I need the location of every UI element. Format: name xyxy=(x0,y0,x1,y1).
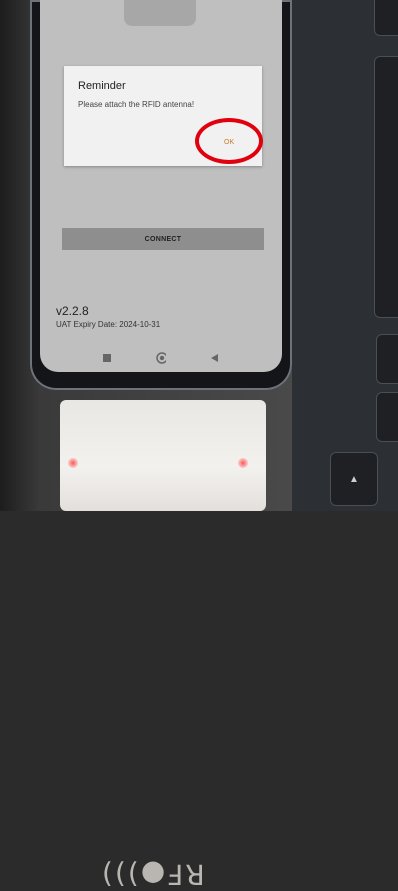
recent-apps-icon[interactable] xyxy=(102,353,112,363)
keyboard-key xyxy=(374,0,398,36)
keyboard-key xyxy=(376,392,398,442)
rfid-logo: RF●))) xyxy=(100,858,205,891)
rfid-reader-device: RF●))) xyxy=(60,400,266,891)
dialog-message: Please attach the RFID antenna! xyxy=(78,100,195,109)
ok-highlight-annotation xyxy=(195,118,263,164)
app-version: v2.2.8 xyxy=(56,304,89,318)
system-nav-bar xyxy=(40,345,282,371)
home-icon[interactable] xyxy=(156,352,166,364)
expiry-date: UAT Expiry Date: 2024-10-31 xyxy=(56,320,161,329)
dialog-title: Reminder xyxy=(78,80,126,92)
indicator-light xyxy=(238,458,248,468)
keyboard-key xyxy=(376,334,398,384)
phone-screen: Reminder Please attach the RFID antenna!… xyxy=(40,0,282,372)
indicator-light xyxy=(68,458,78,468)
laptop-keyboard: ▲ xyxy=(292,0,398,511)
back-icon[interactable] xyxy=(210,353,220,363)
up-arrow-key: ▲ xyxy=(330,452,378,506)
camera-cutout xyxy=(124,0,196,26)
up-arrow-icon: ▲ xyxy=(349,473,359,485)
connect-button[interactable]: CONNECT xyxy=(62,228,264,250)
keyboard-key xyxy=(374,56,398,318)
